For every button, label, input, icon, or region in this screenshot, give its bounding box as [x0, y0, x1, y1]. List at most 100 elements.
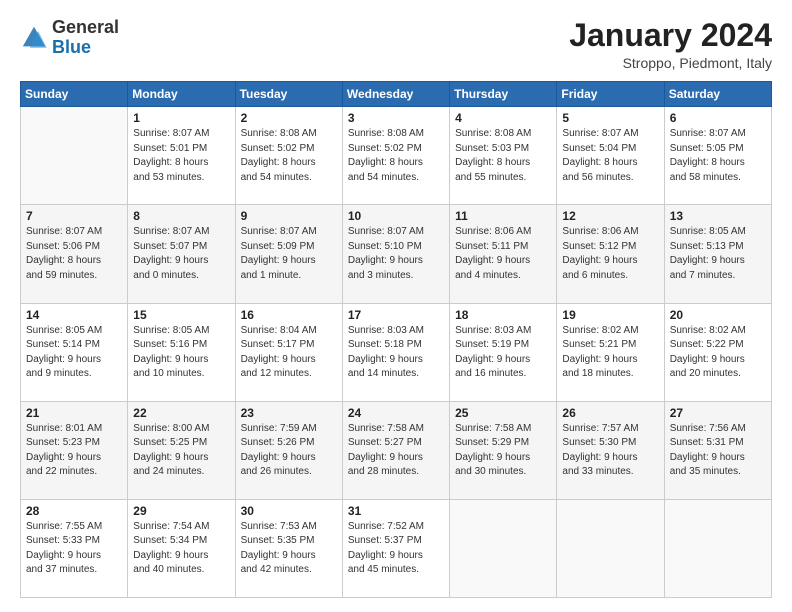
calendar-cell: 8Sunrise: 8:07 AMSunset: 5:07 PMDaylight…	[128, 205, 235, 303]
logo-text: General Blue	[52, 18, 119, 58]
day-info: Sunrise: 8:07 AMSunset: 5:06 PMDaylight:…	[26, 225, 122, 283]
calendar-cell: 20 Sunrise: 8:02 AMSunset: 5:22 PMDayligh…	[664, 303, 771, 401]
day-info: Sunrise: 7:59 AMSunset: 5:26 PMDaylight:…	[241, 422, 337, 480]
day-info: Sunrise: 8:02 AMSunset: 5:21 PMDaylight:…	[562, 324, 658, 382]
calendar-cell: 11 Sunrise: 8:06 AMSunset: 5:11 PMDayligh…	[450, 205, 557, 303]
day-info: Sunrise: 8:01 AMSunset: 5:23 PMDaylight:…	[26, 422, 122, 480]
day-number: 10	[348, 209, 444, 223]
day-info: Sunrise: 7:55 AMSunset: 5:33 PMDaylight:…	[26, 520, 122, 578]
calendar-cell: 5 Sunrise: 8:07 AMSunset: 5:04 PMDaylight…	[557, 107, 664, 205]
day-number: 19	[562, 308, 658, 322]
calendar-cell: 24 Sunrise: 7:58 AMSunset: 5:27 PMDayligh…	[342, 401, 449, 499]
weekday-header-sunday: Sunday	[21, 82, 128, 107]
calendar-cell: 9 Sunrise: 8:07 AMSunset: 5:09 PMDaylight…	[235, 205, 342, 303]
day-number: 24	[348, 406, 444, 420]
day-number: 18	[455, 308, 551, 322]
day-number: 23	[241, 406, 337, 420]
day-number: 25	[455, 406, 551, 420]
calendar-cell: 2Sunrise: 8:08 AMSunset: 5:02 PMDaylight…	[235, 107, 342, 205]
day-info: Sunrise: 8:07 AMSunset: 5:04 PMDaylight:…	[562, 127, 658, 185]
calendar-cell: 28 Sunrise: 7:55 AMSunset: 5:33 PMDayligh…	[21, 499, 128, 597]
calendar-cell: 21 Sunrise: 8:01 AMSunset: 5:23 PMDayligh…	[21, 401, 128, 499]
day-info: Sunrise: 7:58 AMSunset: 5:27 PMDaylight:…	[348, 422, 444, 480]
day-number: 31	[348, 504, 444, 518]
day-info: Sunrise: 7:57 AMSunset: 5:30 PMDaylight:…	[562, 422, 658, 480]
day-info: Sunrise: 8:02 AMSunset: 5:22 PMDaylight:…	[670, 324, 766, 382]
calendar-cell: 27 Sunrise: 7:56 AMSunset: 5:31 PMDayligh…	[664, 401, 771, 499]
day-info: Sunrise: 8:08 AMSunset: 5:02 PMDaylight:…	[348, 127, 444, 185]
calendar-body: 1Sunrise: 8:07 AMSunset: 5:01 PMDaylight…	[21, 107, 772, 598]
month-title: January 2024	[569, 18, 772, 53]
header: General Blue January 2024 Stroppo, Piedm…	[20, 18, 772, 71]
day-info: Sunrise: 7:58 AMSunset: 5:29 PMDaylight:…	[455, 422, 551, 480]
calendar-cell: 30Sunrise: 7:53 AMSunset: 5:35 PMDayligh…	[235, 499, 342, 597]
day-number: 8	[133, 209, 229, 223]
logo-general-label: General	[52, 18, 119, 38]
day-number: 7	[26, 209, 122, 223]
day-number: 20	[670, 308, 766, 322]
calendar-cell	[21, 107, 128, 205]
logo: General Blue	[20, 18, 119, 58]
calendar-cell: 15Sunrise: 8:05 AMSunset: 5:16 PMDayligh…	[128, 303, 235, 401]
day-number: 17	[348, 308, 444, 322]
day-number: 1	[133, 111, 229, 125]
calendar-cell: 1Sunrise: 8:07 AMSunset: 5:01 PMDaylight…	[128, 107, 235, 205]
day-info: Sunrise: 8:05 AMSunset: 5:14 PMDaylight:…	[26, 324, 122, 382]
day-number: 5	[562, 111, 658, 125]
day-number: 16	[241, 308, 337, 322]
location: Stroppo, Piedmont, Italy	[569, 55, 772, 71]
day-info: Sunrise: 8:05 AMSunset: 5:16 PMDaylight:…	[133, 324, 229, 382]
day-number: 9	[241, 209, 337, 223]
calendar-week-row: 21 Sunrise: 8:01 AMSunset: 5:23 PMDayligh…	[21, 401, 772, 499]
calendar-cell: 22Sunrise: 8:00 AMSunset: 5:25 PMDayligh…	[128, 401, 235, 499]
page: General Blue January 2024 Stroppo, Piedm…	[0, 0, 792, 612]
weekday-header-row: SundayMondayTuesdayWednesdayThursdayFrid…	[21, 82, 772, 107]
day-number: 26	[562, 406, 658, 420]
calendar-table: SundayMondayTuesdayWednesdayThursdayFrid…	[20, 81, 772, 598]
calendar-cell: 14 Sunrise: 8:05 AMSunset: 5:14 PMDayligh…	[21, 303, 128, 401]
calendar-cell: 4 Sunrise: 8:08 AMSunset: 5:03 PMDaylight…	[450, 107, 557, 205]
calendar-cell: 31Sunrise: 7:52 AMSunset: 5:37 PMDayligh…	[342, 499, 449, 597]
calendar-cell	[664, 499, 771, 597]
day-info: Sunrise: 8:07 AMSunset: 5:09 PMDaylight:…	[241, 225, 337, 283]
calendar-cell: 17Sunrise: 8:03 AMSunset: 5:18 PMDayligh…	[342, 303, 449, 401]
calendar-cell: 18Sunrise: 8:03 AMSunset: 5:19 PMDayligh…	[450, 303, 557, 401]
weekday-header-tuesday: Tuesday	[235, 82, 342, 107]
calendar-cell: 16 Sunrise: 8:04 AMSunset: 5:17 PMDayligh…	[235, 303, 342, 401]
calendar-cell	[557, 499, 664, 597]
weekday-header-saturday: Saturday	[664, 82, 771, 107]
calendar-cell: 12 Sunrise: 8:06 AMSunset: 5:12 PMDayligh…	[557, 205, 664, 303]
day-info: Sunrise: 8:06 AMSunset: 5:11 PMDaylight:…	[455, 225, 551, 283]
day-info: Sunrise: 8:07 AMSunset: 5:05 PMDaylight:…	[670, 127, 766, 185]
calendar-week-row: 28 Sunrise: 7:55 AMSunset: 5:33 PMDayligh…	[21, 499, 772, 597]
day-number: 12	[562, 209, 658, 223]
day-number: 4	[455, 111, 551, 125]
day-number: 11	[455, 209, 551, 223]
day-info: Sunrise: 8:00 AMSunset: 5:25 PMDaylight:…	[133, 422, 229, 480]
day-info: Sunrise: 8:04 AMSunset: 5:17 PMDaylight:…	[241, 324, 337, 382]
weekday-header-friday: Friday	[557, 82, 664, 107]
calendar-cell: 7 Sunrise: 8:07 AMSunset: 5:06 PMDaylight…	[21, 205, 128, 303]
day-info: Sunrise: 7:53 AMSunset: 5:35 PMDaylight:…	[241, 520, 337, 578]
day-number: 27	[670, 406, 766, 420]
day-number: 21	[26, 406, 122, 420]
calendar-cell: 19 Sunrise: 8:02 AMSunset: 5:21 PMDayligh…	[557, 303, 664, 401]
day-info: Sunrise: 8:08 AMSunset: 5:03 PMDaylight:…	[455, 127, 551, 185]
calendar-week-row: 7 Sunrise: 8:07 AMSunset: 5:06 PMDaylight…	[21, 205, 772, 303]
day-number: 14	[26, 308, 122, 322]
day-info: Sunrise: 8:06 AMSunset: 5:12 PMDaylight:…	[562, 225, 658, 283]
calendar-cell: 6 Sunrise: 8:07 AMSunset: 5:05 PMDaylight…	[664, 107, 771, 205]
day-number: 2	[241, 111, 337, 125]
calendar-cell: 10Sunrise: 8:07 AMSunset: 5:10 PMDayligh…	[342, 205, 449, 303]
day-info: Sunrise: 7:54 AMSunset: 5:34 PMDaylight:…	[133, 520, 229, 578]
day-number: 28	[26, 504, 122, 518]
calendar-week-row: 1Sunrise: 8:07 AMSunset: 5:01 PMDaylight…	[21, 107, 772, 205]
day-number: 6	[670, 111, 766, 125]
day-info: Sunrise: 7:56 AMSunset: 5:31 PMDaylight:…	[670, 422, 766, 480]
day-number: 29	[133, 504, 229, 518]
calendar-cell: 3Sunrise: 8:08 AMSunset: 5:02 PMDaylight…	[342, 107, 449, 205]
calendar-header: SundayMondayTuesdayWednesdayThursdayFrid…	[21, 82, 772, 107]
calendar-cell: 29 Sunrise: 7:54 AMSunset: 5:34 PMDayligh…	[128, 499, 235, 597]
calendar-cell	[450, 499, 557, 597]
day-number: 13	[670, 209, 766, 223]
